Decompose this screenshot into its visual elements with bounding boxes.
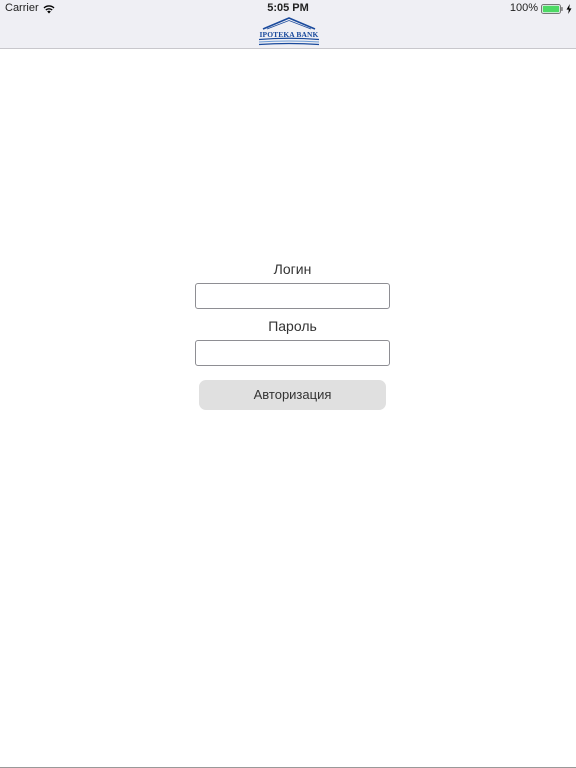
login-label: Логин [273, 261, 312, 277]
login-form: Логин Пароль Авторизация [195, 258, 390, 410]
logo-text: IPOTEKA BANK [259, 30, 319, 39]
battery-group: 100% [510, 0, 572, 16]
password-input[interactable] [195, 340, 390, 366]
status-bar: Carrier 5:05 PM 100% [0, 0, 576, 16]
login-input[interactable] [195, 283, 390, 309]
navigation-bar: Carrier 5:05 PM 100% IPOTEKA BANK [0, 0, 576, 49]
status-time: 5:05 PM [267, 2, 309, 14]
battery-icon [541, 3, 563, 14]
battery-percent: 100% [509, 2, 538, 14]
password-label: Пароль [268, 318, 317, 334]
bank-logo: IPOTEKA BANK [257, 16, 321, 46]
login-button[interactable]: Авторизация [199, 380, 386, 410]
charging-bolt-icon [566, 3, 572, 14]
